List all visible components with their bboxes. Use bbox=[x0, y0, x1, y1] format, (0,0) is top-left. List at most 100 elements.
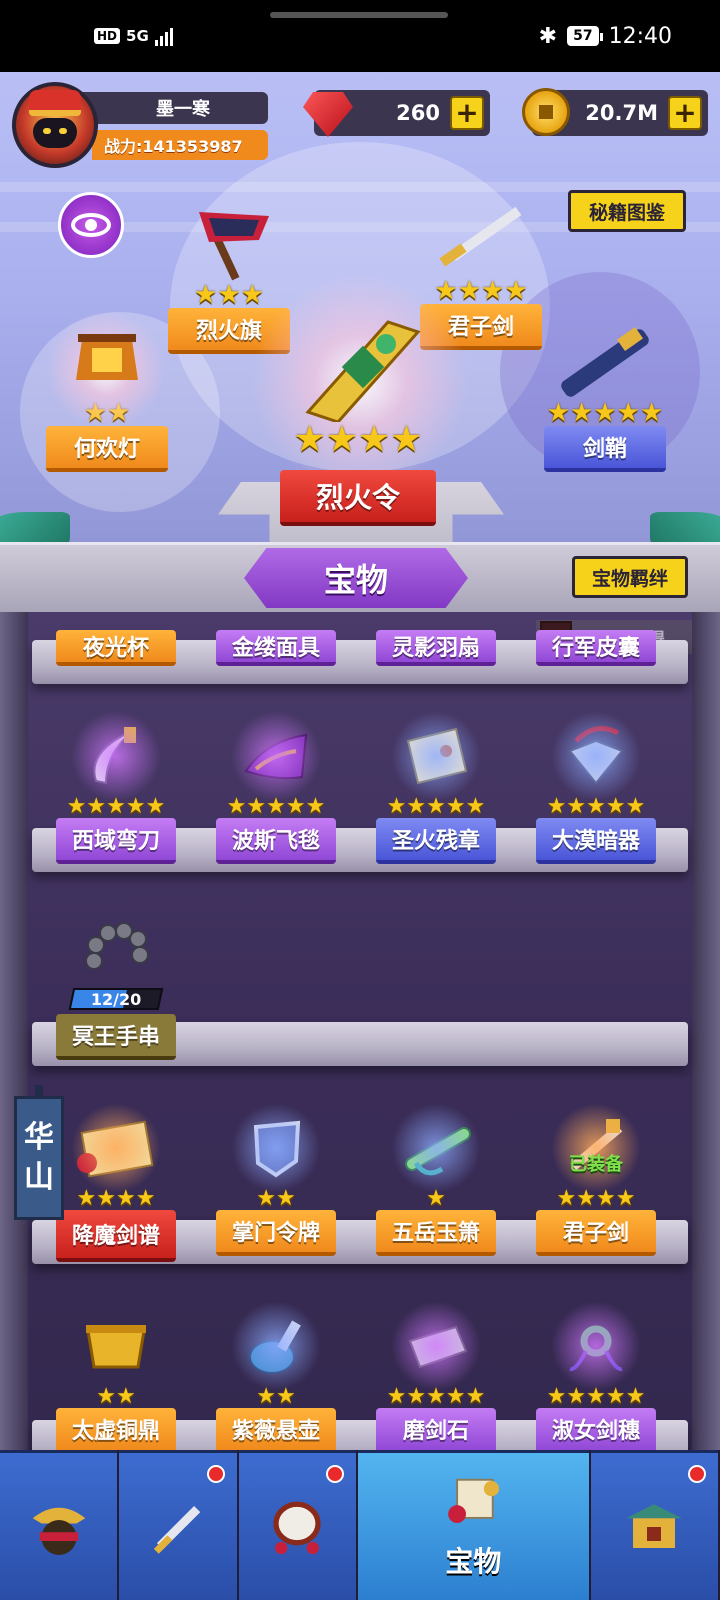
status-left: HD 5G bbox=[94, 26, 173, 46]
gem-icon bbox=[300, 84, 356, 140]
list-item[interactable]: 行军皮囊 bbox=[526, 630, 666, 666]
collection-progress: 12/20 bbox=[68, 988, 164, 1010]
view-toggle-button[interactable] bbox=[58, 192, 124, 258]
notification-dot bbox=[688, 1465, 707, 1483]
status-right: ✱ 57 12:40 bbox=[539, 24, 672, 49]
sword-icon bbox=[153, 1505, 201, 1554]
item-name: 紫薇悬壶 bbox=[216, 1408, 336, 1450]
list-item[interactable]: 12/20 冥王手串 bbox=[46, 912, 186, 1060]
eye-icon bbox=[71, 213, 111, 237]
add-gems-button[interactable]: + bbox=[450, 96, 484, 130]
bluetooth-icon: ✱ bbox=[538, 23, 558, 49]
network-label: 5G bbox=[126, 27, 149, 45]
item-name: 磨剑石 bbox=[376, 1408, 496, 1450]
cauldron-icon bbox=[61, 1306, 171, 1386]
list-item[interactable]: ★ ★ 太虚铜鼎 bbox=[46, 1306, 186, 1450]
item-name: 降魔剑谱 bbox=[56, 1210, 176, 1262]
item-name: 金缕面具 bbox=[216, 630, 336, 666]
sword-icon: 已装备 bbox=[541, 1103, 651, 1193]
lantern-icon bbox=[52, 320, 162, 400]
treasure-shelf[interactable]: 显示未获得 夜光杯 金缕面具 灵影羽扇 行军皮囊 ★★★★★ 西域弯刀 ★★★★… bbox=[0, 612, 720, 1450]
showcase-item-lantern[interactable]: ★★ 何欢灯 bbox=[46, 310, 168, 472]
battery-icon: 57 bbox=[567, 26, 604, 46]
nav-tab-treasure[interactable]: 宝物 bbox=[358, 1450, 589, 1600]
avatar[interactable] bbox=[12, 82, 98, 168]
item-name: 行军皮囊 bbox=[536, 630, 656, 666]
nav-tab-drum[interactable] bbox=[238, 1450, 357, 1600]
add-gold-button[interactable]: + bbox=[668, 96, 702, 130]
combat-power: 战力:141353987 bbox=[92, 130, 268, 160]
region-char: 华 bbox=[24, 1120, 54, 1155]
gold-counter: 20.7M + bbox=[522, 88, 708, 136]
nav-label: 宝物 bbox=[445, 1545, 502, 1578]
list-item[interactable]: ★ ★ ★ ★ ★ 圣火残章 bbox=[366, 711, 506, 864]
bottom-nav: 宝物 bbox=[0, 1450, 720, 1600]
gold-amount: 20.7M bbox=[585, 101, 658, 125]
item-name: 淑女剑穗 bbox=[536, 1408, 656, 1450]
list-item[interactable]: ★ ★ ★ ★ ★ 波斯飞毯 bbox=[206, 711, 346, 864]
list-item[interactable]: ★ 五岳玉箫 bbox=[366, 1103, 506, 1256]
list-item[interactable]: ★ ★ 掌门令牌 bbox=[206, 1103, 346, 1256]
bead-bracelet-icon bbox=[61, 912, 171, 988]
hat-icon bbox=[29, 90, 81, 116]
clock: 12:40 bbox=[608, 23, 672, 49]
list-item[interactable]: 金缕面具 bbox=[206, 630, 346, 666]
list-item[interactable]: ★ ★ ★ ★ ★ 大漠暗器 bbox=[526, 711, 666, 864]
item-name: 大漠暗器 bbox=[536, 818, 656, 864]
treasure-showcase: 墨一寒 战力:141353987 260 + 20.7M + 秘籍图鉴 ★ ★ ★ … bbox=[0, 72, 720, 612]
list-item[interactable]: 灵影羽扇 bbox=[366, 630, 506, 666]
drum-icon bbox=[273, 1501, 321, 1554]
notification-dot bbox=[326, 1465, 345, 1483]
star-rating: ★ ★ ★ bbox=[194, 280, 264, 310]
item-name: 剑鞘 bbox=[544, 426, 666, 472]
showcase-item-token[interactable]: ★ ★ ★ ★ 烈火令 bbox=[278, 312, 438, 526]
item-name: 掌门令牌 bbox=[216, 1210, 336, 1256]
equipped-badge: 已装备 bbox=[569, 1154, 623, 1175]
hd-badge: HD bbox=[94, 28, 121, 44]
star-rating: ★ ★ ★ ★ bbox=[293, 419, 423, 460]
item-name: 何欢灯 bbox=[46, 426, 168, 472]
face-icon bbox=[33, 118, 77, 148]
nav-tab-hero[interactable] bbox=[0, 1450, 118, 1600]
list-item[interactable]: 已装备 ★ ★ ★ ★ 君子剑 bbox=[526, 1103, 666, 1256]
item-name: 圣火残章 bbox=[376, 818, 496, 864]
list-item[interactable]: 夜光杯 bbox=[46, 630, 186, 666]
carpet-icon bbox=[221, 711, 331, 801]
list-item[interactable]: ★ ★ ★ ★ ★ 西域弯刀 bbox=[46, 711, 186, 864]
item-name: 冥王手串 bbox=[56, 1014, 176, 1060]
badge-icon bbox=[221, 1103, 331, 1193]
item-name: 夜光杯 bbox=[56, 630, 176, 666]
star-rating: ★ ★ ★ ★ ★ bbox=[546, 398, 664, 428]
coin-icon bbox=[518, 84, 574, 140]
section-title: 宝物 bbox=[244, 548, 468, 608]
catalog-button[interactable]: 秘籍图鉴 bbox=[568, 190, 686, 232]
gate-icon bbox=[626, 1503, 683, 1548]
region-tag: 华 山 bbox=[14, 1085, 64, 1220]
list-item[interactable]: ★ ★ ★ ★ ★ 淑女剑穗 bbox=[526, 1301, 666, 1450]
player-card[interactable]: 墨一寒 战力:141353987 bbox=[12, 78, 272, 170]
status-bar: HD 5G ✱ 57 12:40 bbox=[0, 0, 720, 72]
bond-button[interactable]: 宝物羁绊 bbox=[572, 556, 688, 598]
item-name: 波斯飞毯 bbox=[216, 818, 336, 864]
list-item[interactable]: ★ ★ ★ ★ 降魔剑谱 bbox=[46, 1103, 186, 1262]
signal-icon bbox=[154, 26, 173, 46]
item-name: 五岳玉箫 bbox=[376, 1210, 496, 1256]
status-notch bbox=[270, 12, 448, 18]
whetstone-icon bbox=[381, 1301, 491, 1391]
star-rating: ★★ bbox=[96, 1384, 136, 1409]
region-char: 山 bbox=[24, 1160, 54, 1195]
progress-text: 12/20 bbox=[90, 989, 142, 1009]
list-item[interactable]: ★ ★ 紫薇悬壶 bbox=[206, 1301, 346, 1450]
flag-icon bbox=[179, 202, 279, 282]
gourd-icon bbox=[221, 1301, 331, 1391]
flute-icon bbox=[381, 1103, 491, 1193]
nav-tab-sect[interactable] bbox=[590, 1450, 719, 1600]
sword-icon bbox=[426, 196, 536, 278]
scroll-icon bbox=[61, 1103, 171, 1193]
scroll-page-icon bbox=[381, 711, 491, 801]
dart-icon bbox=[541, 711, 651, 801]
showcase-item-scabbard[interactable]: ★ ★ ★ ★ ★ 剑鞘 bbox=[544, 324, 666, 472]
list-item[interactable]: ★ ★ ★ ★ ★ 磨剑石 bbox=[366, 1301, 506, 1450]
star-rating: ★ ★ ★ ★ bbox=[434, 276, 528, 306]
nav-tab-equipment[interactable] bbox=[119, 1450, 237, 1600]
